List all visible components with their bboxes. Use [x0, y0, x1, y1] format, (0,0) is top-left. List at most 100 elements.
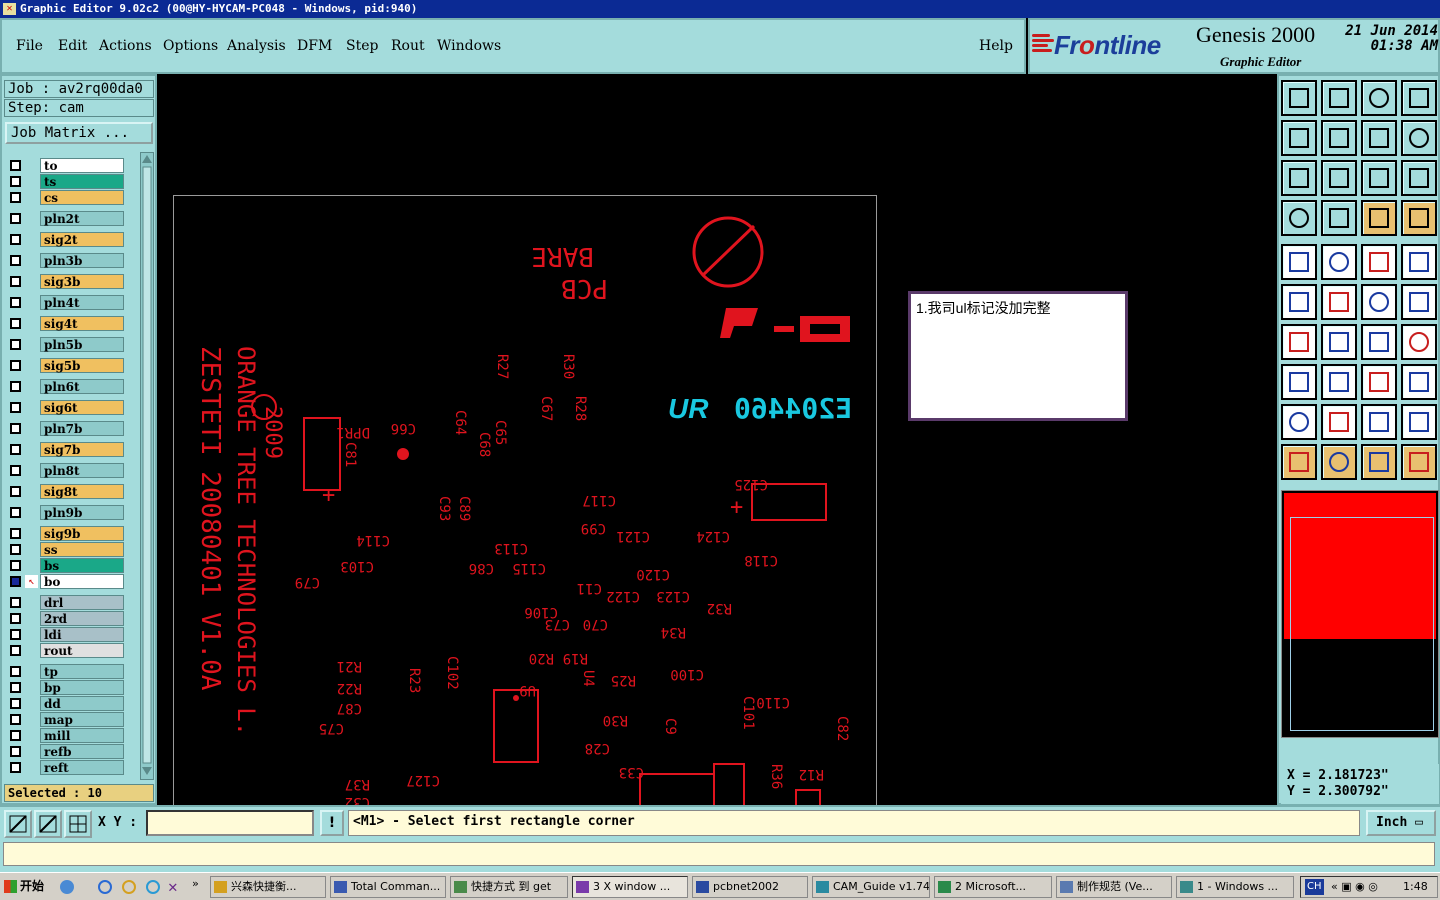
layer-checkbox[interactable]	[10, 666, 21, 677]
layer-label[interactable]: bs	[40, 558, 124, 573]
taskbar-item[interactable]: 2 Microsoft...	[934, 876, 1052, 898]
start-button[interactable]: 开始	[2, 876, 48, 898]
layer-label[interactable]: pln2t	[40, 211, 124, 226]
taskbar-item[interactable]: 快捷方式 到 get	[450, 876, 568, 898]
layer-checkbox[interactable]	[10, 339, 21, 350]
lang-indicator[interactable]: CH	[1305, 879, 1324, 895]
add-poly-button[interactable]	[1321, 244, 1357, 280]
menu-edit[interactable]: Edit	[58, 38, 87, 54]
layer-row-map[interactable]: map	[6, 712, 126, 727]
export-button[interactable]	[1321, 120, 1357, 156]
layer-row-drl[interactable]: drl	[6, 595, 126, 610]
layer-checkbox[interactable]	[10, 255, 21, 266]
taskbar-item[interactable]: 兴森快捷衡...	[210, 876, 326, 898]
layer-label[interactable]: 2rd	[40, 611, 124, 626]
layer-label[interactable]: drl	[40, 595, 124, 610]
layer-checkbox[interactable]	[10, 465, 21, 476]
taskbar-item[interactable]: Total Comman...	[330, 876, 446, 898]
layer-row-sig8t[interactable]: sig8t	[6, 484, 126, 499]
layer-row-2rd[interactable]: 2rd	[6, 611, 126, 626]
add-pad-button[interactable]	[1281, 244, 1317, 280]
layer-row-dd[interactable]: dd	[6, 696, 126, 711]
menu-options[interactable]: Options	[163, 38, 218, 54]
layer-checkbox[interactable]	[10, 486, 21, 497]
graphic-canvas[interactable]: + + BARE PCB ZESTETI 20080401 V1.0A ORANGE …	[157, 74, 1277, 805]
layer-label[interactable]: sig5b	[40, 358, 124, 373]
layer-label[interactable]: map	[40, 712, 124, 727]
taskbar-item[interactable]: CAM_Guide v1.74	[812, 876, 930, 898]
layer-row-pln7b[interactable]: pln7b	[6, 421, 126, 436]
route-button[interactable]	[1401, 444, 1437, 480]
save-button[interactable]	[1321, 80, 1357, 116]
import-button[interactable]	[1281, 120, 1317, 156]
zoom-in-button[interactable]	[4, 810, 32, 838]
layer-row-pln2t[interactable]: pln2t	[6, 211, 126, 226]
layer-checkbox[interactable]	[10, 213, 21, 224]
layer-checkbox[interactable]	[10, 714, 21, 725]
menu-windows[interactable]: Windows	[437, 38, 501, 54]
layer-label[interactable]: sig3b	[40, 274, 124, 289]
layer-label[interactable]: sig7b	[40, 442, 124, 457]
pad-split-button[interactable]	[1401, 324, 1437, 360]
layer-label[interactable]: bp	[40, 680, 124, 695]
layer-row-ldi[interactable]: ldi	[6, 627, 126, 642]
layer-row-ts[interactable]: ts	[6, 174, 126, 189]
select-alt-button[interactable]	[1361, 444, 1397, 480]
layer-checkbox[interactable]	[10, 544, 21, 555]
browser-icon[interactable]	[146, 880, 160, 894]
layer-row-cs[interactable]: cs	[6, 190, 126, 205]
zoom-center-button[interactable]	[1321, 160, 1357, 196]
layer-label[interactable]: tp	[40, 664, 124, 679]
resize-button[interactable]	[1361, 364, 1397, 400]
delete-feature-button[interactable]	[1321, 284, 1357, 320]
taskbar-item[interactable]: 制作规范 (Ve...	[1056, 876, 1172, 898]
line-tool-button[interactable]	[1281, 324, 1317, 360]
layer-label[interactable]: sig4t	[40, 316, 124, 331]
arc-tool-button[interactable]	[1361, 324, 1397, 360]
tray-icons[interactable]: « ▣ ◉ ◎	[1331, 877, 1378, 897]
layer-row-bo[interactable]: bo ↖	[6, 574, 126, 589]
grid-button[interactable]	[1321, 200, 1357, 236]
layer-row-mill[interactable]: mill	[6, 728, 126, 743]
move-pair-button[interactable]	[1361, 284, 1397, 320]
layer-checkbox[interactable]	[10, 423, 21, 434]
layer-checkbox[interactable]	[10, 381, 21, 392]
open-layer-button[interactable]	[1281, 80, 1317, 116]
select-box-button[interactable]	[1321, 444, 1357, 480]
pad-move-button[interactable]	[1281, 364, 1317, 400]
layer-checkbox[interactable]	[10, 192, 21, 203]
minus-tool-button[interactable]	[1321, 364, 1357, 400]
layer-checkbox[interactable]	[10, 528, 21, 539]
layer-row-sig6t[interactable]: sig6t	[6, 400, 126, 415]
layer-label[interactable]: mill	[40, 728, 124, 743]
a-tool-button[interactable]	[1321, 404, 1357, 440]
move-pair-alt-button[interactable]	[1401, 284, 1437, 320]
a-fill-button[interactable]	[1361, 404, 1397, 440]
layer-row-refb[interactable]: refb	[6, 744, 126, 759]
layer-row-pln9b[interactable]: pln9b	[6, 505, 126, 520]
grid-snap-button[interactable]	[64, 810, 92, 838]
layer-label[interactable]: refb	[40, 744, 124, 759]
layer-checkbox[interactable]	[10, 160, 21, 171]
clock-icon[interactable]	[122, 880, 136, 894]
layer-label[interactable]: pln9b	[40, 505, 124, 520]
layer-checkbox[interactable]	[10, 698, 21, 709]
layer-label[interactable]: sig9b	[40, 526, 124, 541]
layer-label[interactable]: pln3b	[40, 253, 124, 268]
layer-row-sig2t[interactable]: sig2t	[6, 232, 126, 247]
layer-checkbox[interactable]	[10, 560, 21, 571]
menu-dfm[interactable]: DFM	[297, 38, 332, 54]
menu-file[interactable]: File	[16, 38, 43, 54]
layer-row-bp[interactable]: bp	[6, 680, 126, 695]
layer-checkbox[interactable]	[10, 746, 21, 757]
connect-button[interactable]	[1281, 284, 1317, 320]
layer-row-pln5b[interactable]: pln5b	[6, 337, 126, 352]
layer-label[interactable]: sig2t	[40, 232, 124, 247]
ruler-button[interactable]	[1361, 244, 1397, 280]
layer-checkbox[interactable]	[10, 597, 21, 608]
layer-label[interactable]: sig8t	[40, 484, 124, 499]
review-note[interactable]: 1.我司ul标记没加完整	[908, 291, 1128, 421]
layer-label[interactable]: reft	[40, 760, 124, 775]
zoom-out-button[interactable]	[34, 810, 62, 838]
layer-row-sig9b[interactable]: sig9b	[6, 526, 126, 541]
